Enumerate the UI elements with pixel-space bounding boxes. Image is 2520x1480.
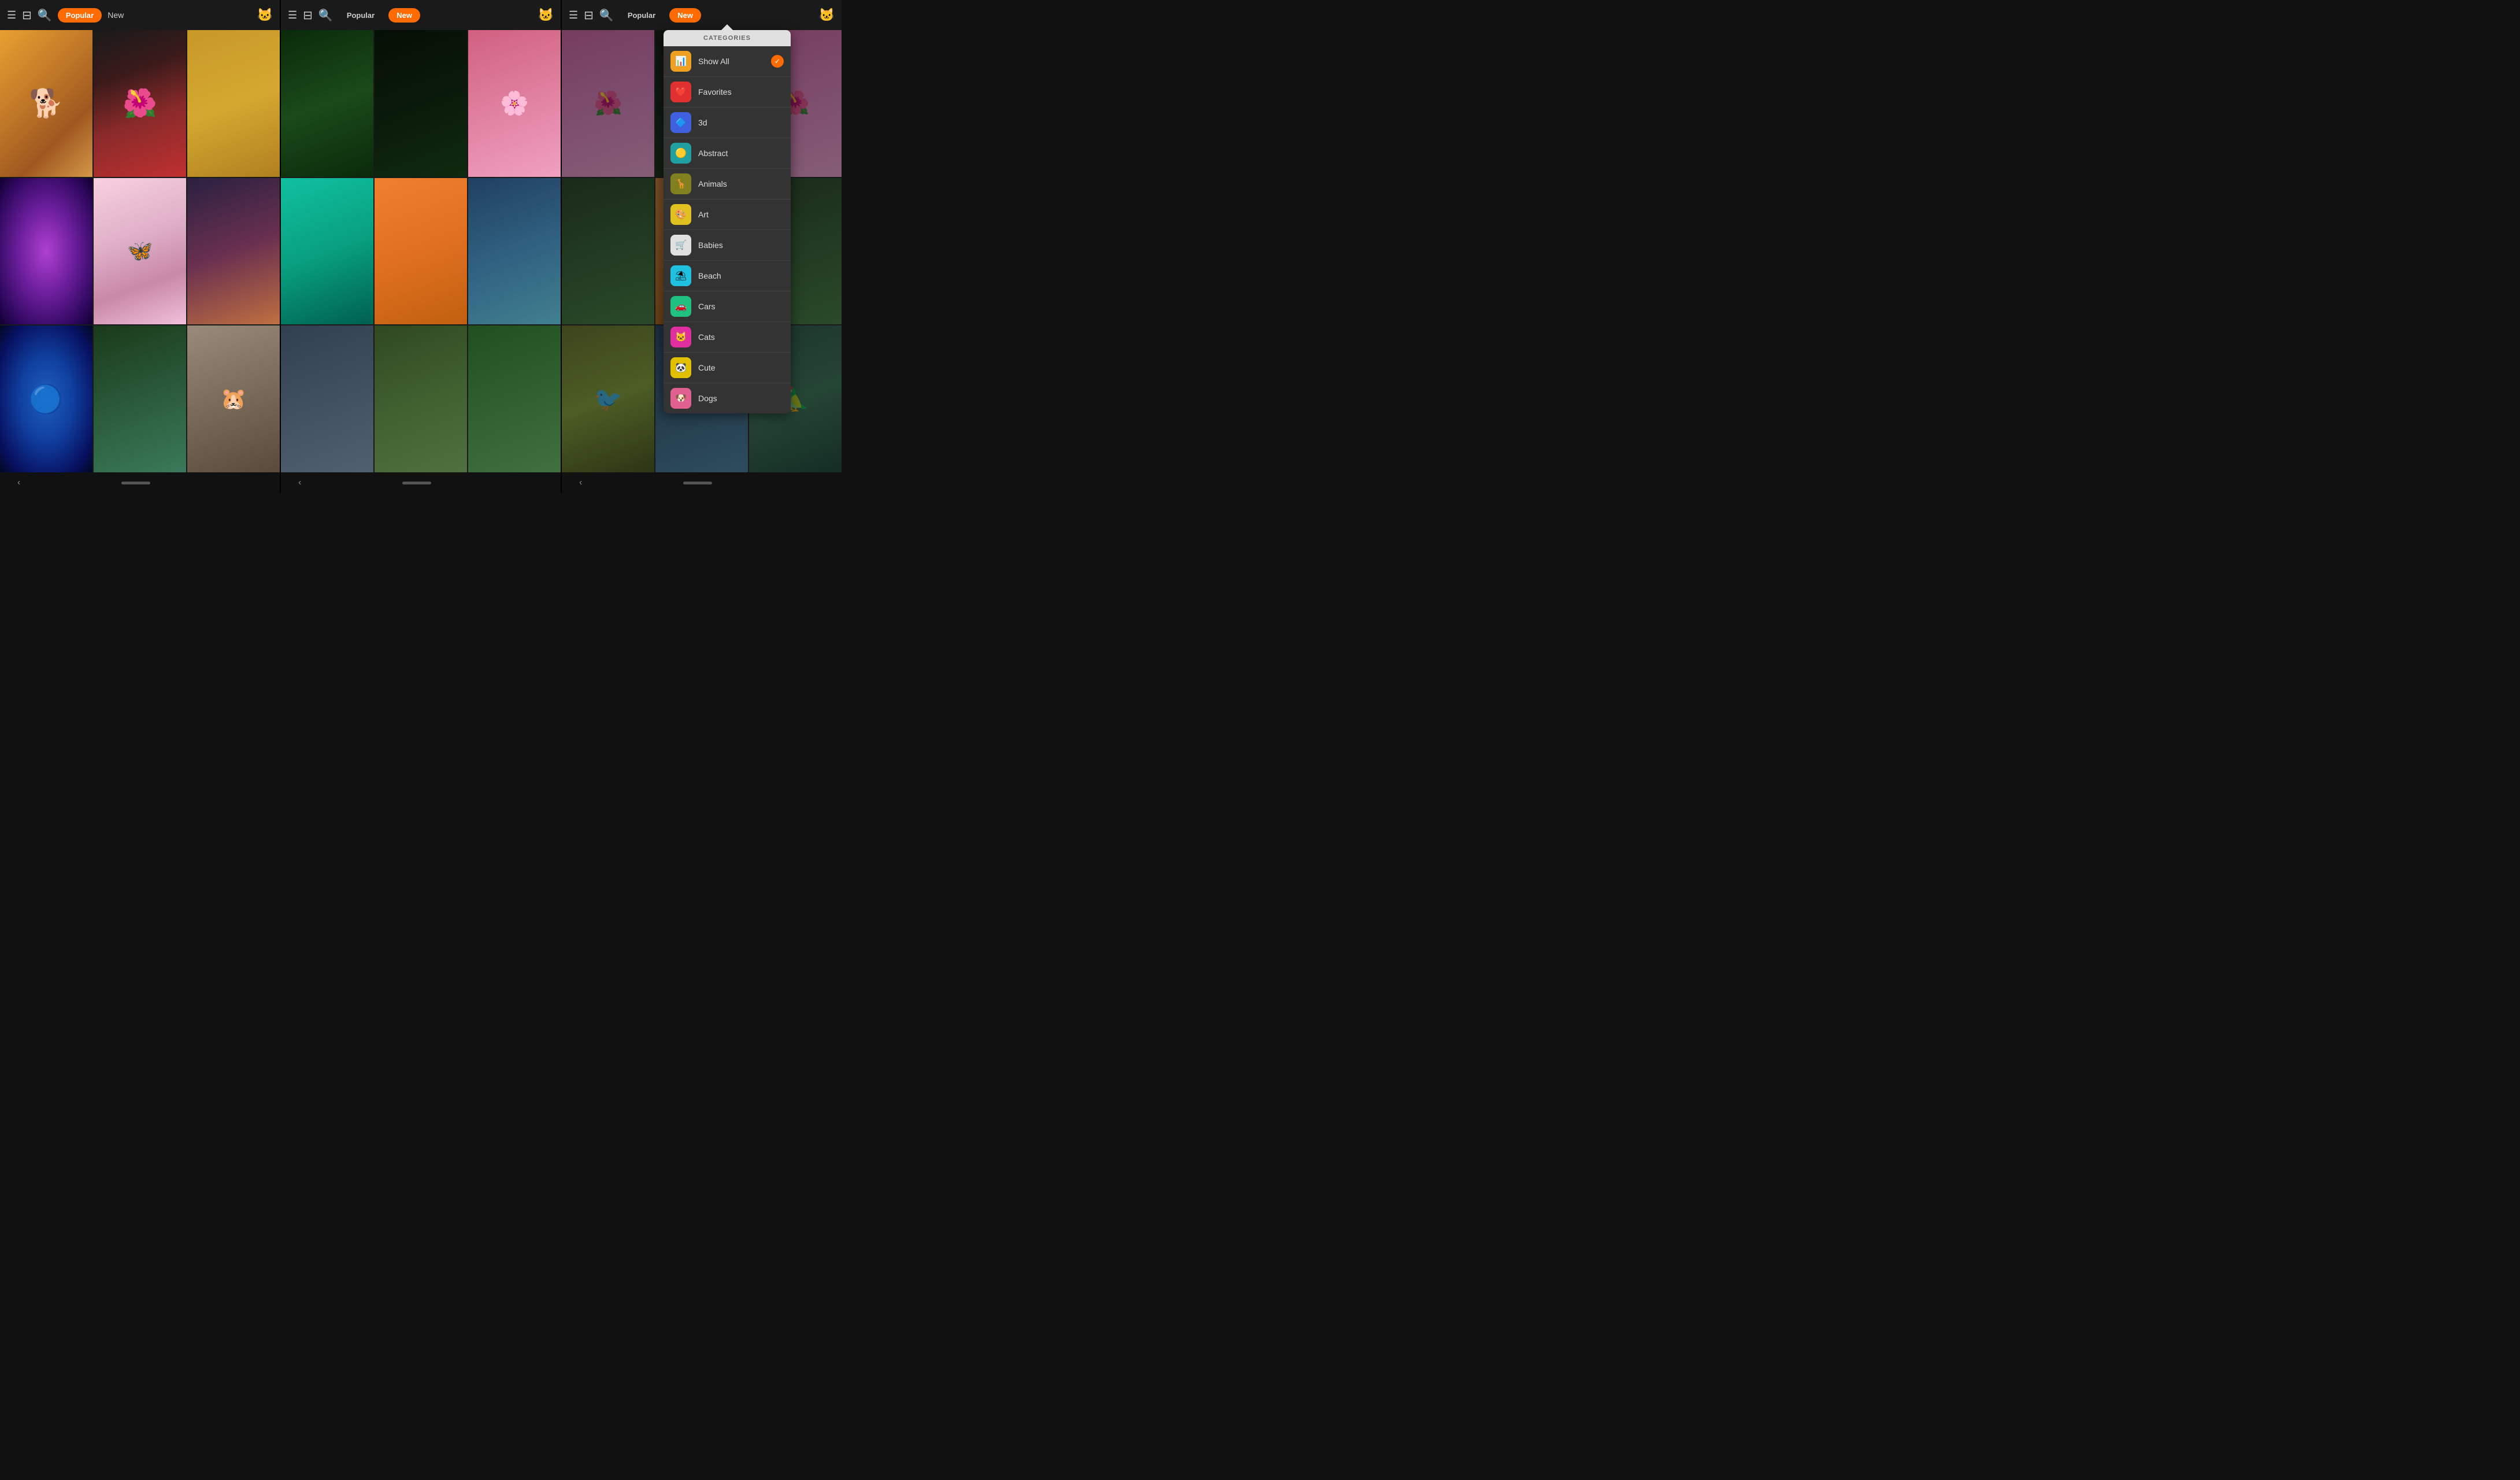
grid-cell-city-aerial[interactable]	[375, 178, 467, 325]
grid-cell-dog[interactable]: 🐕	[0, 30, 92, 177]
grid-cell-red-flower[interactable]: 🌺	[94, 30, 186, 177]
image-grid-1: 🐕 🌺 🦋	[0, 30, 280, 472]
dropdown-arrow	[721, 24, 733, 30]
categories-header: CATEGORIES	[664, 30, 791, 46]
category-cats[interactable]: 🐱 Cats	[664, 322, 791, 353]
category-show-all[interactable]: 📊 Show All ✓	[664, 46, 791, 77]
bottom-nav-1: ‹	[0, 472, 280, 493]
header-1: ☰ ⊟ 🔍 Popular New 🐱	[0, 0, 280, 30]
back-button-1[interactable]: ‹	[17, 478, 20, 488]
grid-cell-butterfly[interactable]: 🦋	[94, 178, 186, 325]
new-button-3[interactable]: New	[669, 8, 701, 23]
phone-panel-1: ☰ ⊟ 🔍 Popular New 🐱 🐕 🌺	[0, 0, 280, 493]
grid-cell-blue-globe[interactable]: 🔵	[0, 325, 92, 472]
menu-icon-3[interactable]: ☰	[569, 9, 578, 21]
show-all-icon: 📊	[670, 51, 691, 72]
cute-icon: 🐼	[670, 357, 691, 378]
beach-icon: ⛱	[670, 265, 691, 286]
back-button-3[interactable]: ‹	[579, 478, 582, 488]
category-animals[interactable]: 🦒 Animals	[664, 169, 791, 199]
category-beach[interactable]: ⛱ Beach	[664, 261, 791, 291]
cats-label: Cats	[698, 332, 784, 342]
babies-label: Babies	[698, 240, 784, 250]
grid-cell-fern-green[interactable]	[562, 178, 654, 325]
cars-label: Cars	[698, 302, 784, 311]
bottom-nav-3: ‹	[562, 472, 842, 493]
category-dogs[interactable]: 🐶 Dogs	[664, 383, 791, 413]
home-indicator-2[interactable]	[402, 482, 431, 484]
categories-dropdown: CATEGORIES 📊 Show All ✓ ❤️ Favorites 🔷 3…	[664, 30, 791, 413]
search-icon-2[interactable]: 🔍	[318, 8, 333, 23]
grid-cell-tropical[interactable]	[281, 178, 373, 325]
grid-cell-waterfall[interactable]	[468, 178, 561, 325]
category-cute[interactable]: 🐼 Cute	[664, 353, 791, 383]
grid-cell-dark-forest[interactable]	[375, 30, 467, 177]
grid-cell-jungle-mountain[interactable]	[375, 325, 467, 472]
search-icon-3[interactable]: 🔍	[599, 8, 614, 23]
babies-icon: 🛒	[670, 235, 691, 256]
category-abstract[interactable]: 🟡 Abstract	[664, 138, 791, 169]
cute-label: Cute	[698, 363, 784, 372]
grid-cell-canal[interactable]	[187, 178, 280, 325]
popular-button-1[interactable]: Popular	[58, 8, 102, 23]
dogs-icon: 🐶	[670, 388, 691, 409]
grid-cell-purple-swirl[interactable]	[0, 178, 92, 325]
home-indicator-3[interactable]	[683, 482, 712, 484]
home-indicator-1[interactable]	[121, 482, 150, 484]
header-3: ☰ ⊟ 🔍 Popular New 🐱	[562, 0, 842, 30]
animals-label: Animals	[698, 179, 784, 188]
3d-icon: 🔷	[670, 112, 691, 133]
abstract-icon: 🟡	[670, 143, 691, 164]
art-icon: 🎨	[670, 204, 691, 225]
bottom-nav-2: ‹	[281, 472, 561, 493]
grid-cell-hamster[interactable]: 🐹	[187, 325, 280, 472]
cars-icon: 🚗	[670, 296, 691, 317]
cats-icon: 🐱	[670, 327, 691, 347]
cat-avatar-1[interactable]: 🐱	[257, 8, 273, 23]
app-container: ☰ ⊟ 🔍 Popular New 🐱 🐕 🌺	[0, 0, 842, 493]
popular-button-2[interactable]: Popular	[339, 8, 383, 23]
show-all-check: ✓	[771, 55, 784, 68]
back-button-2[interactable]: ‹	[298, 478, 301, 488]
show-all-label: Show All	[698, 57, 764, 66]
dogs-label: Dogs	[698, 394, 784, 403]
grid-cell-pink-rhodo-1[interactable]: 🌺	[562, 30, 654, 177]
menu-icon-2[interactable]: ☰	[288, 9, 297, 21]
grid-cell-bird-yellow[interactable]: 🐦	[562, 325, 654, 472]
category-art[interactable]: 🎨 Art	[664, 199, 791, 230]
grid-cell-fern[interactable]	[468, 325, 561, 472]
animals-icon: 🦒	[670, 173, 691, 194]
phone-panel-3: ☰ ⊟ 🔍 Popular New 🐱 🌺 🌺	[562, 0, 842, 493]
category-babies[interactable]: 🛒 Babies	[664, 230, 791, 261]
tray-icon-3[interactable]: ⊟	[584, 8, 594, 23]
grid-cell-wheat[interactable]	[187, 30, 280, 177]
popular-button-3[interactable]: Popular	[620, 8, 664, 23]
header-2: ☰ ⊟ 🔍 Popular New 🐱	[281, 0, 561, 30]
cat-avatar-2[interactable]: 🐱	[538, 8, 554, 23]
new-button-1[interactable]: New	[108, 10, 124, 20]
grid-cell-stadium[interactable]	[281, 325, 373, 472]
menu-icon-1[interactable]: ☰	[7, 9, 16, 21]
cat-avatar-3[interactable]: 🐱	[819, 8, 835, 23]
category-cars[interactable]: 🚗 Cars	[664, 291, 791, 322]
art-label: Art	[698, 210, 784, 219]
grid-cell-big-leaf[interactable]	[281, 30, 373, 177]
tray-icon-2[interactable]: ⊟	[303, 8, 313, 23]
category-3d[interactable]: 🔷 3d	[664, 108, 791, 138]
tray-icon-1[interactable]: ⊟	[22, 8, 32, 23]
image-grid-2: 🌸	[281, 30, 561, 472]
3d-label: 3d	[698, 118, 784, 127]
grid-cell-forest-river[interactable]	[94, 325, 186, 472]
phone-panel-2: ☰ ⊟ 🔍 Popular New 🐱 🌸	[281, 0, 561, 493]
new-button-2[interactable]: New	[388, 8, 420, 23]
favorites-icon: ❤️	[670, 82, 691, 102]
abstract-label: Abstract	[698, 149, 784, 158]
beach-label: Beach	[698, 271, 784, 280]
favorites-label: Favorites	[698, 87, 784, 97]
grid-cell-pink-flowers[interactable]: 🌸	[468, 30, 561, 177]
search-icon-1[interactable]: 🔍	[38, 8, 52, 23]
category-favorites[interactable]: ❤️ Favorites	[664, 77, 791, 108]
